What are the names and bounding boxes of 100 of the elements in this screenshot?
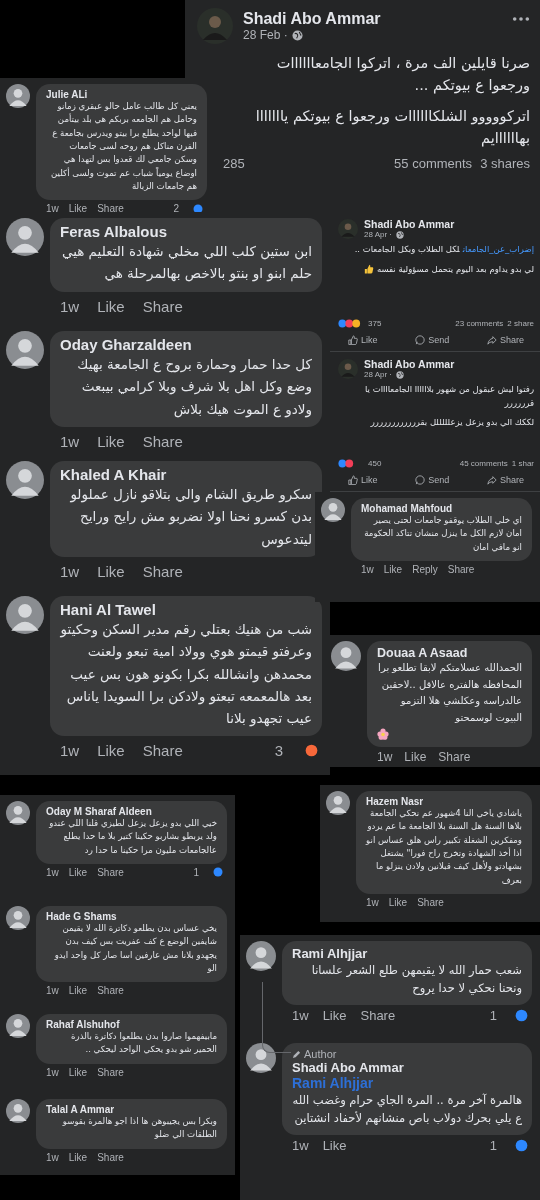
commenter-name[interactable]: Hani Al Tawel [60,601,312,618]
commenter-name[interactable]: Oday Gharzaldeen [60,336,312,353]
comment-time[interactable]: 1w [46,1066,59,1078]
comment-time[interactable]: 1w [46,866,59,878]
avatar[interactable] [6,596,44,634]
share-link[interactable]: Share [97,985,124,997]
share-link[interactable]: Share [142,562,183,580]
author-name[interactable]: Shadi Abo Ammar [364,218,534,230]
share-link[interactable]: Share [447,563,475,575]
avatar[interactable] [6,1014,30,1038]
avatar[interactable] [6,801,30,825]
like-link[interactable]: Like [322,1007,347,1023]
share-link[interactable]: Share [360,1007,396,1023]
commenter-name[interactable]: Douaa A Asaad [377,646,522,660]
reaction-count[interactable]: 1 [193,866,199,878]
comment-time[interactable]: 1w [60,432,80,450]
like-link[interactable]: Like [97,562,125,580]
globe-icon [396,370,404,379]
send-button[interactable]: Send [413,473,452,487]
avatar[interactable] [6,84,30,108]
post-date[interactable]: 28 Feb · [243,28,288,42]
comment-count[interactable]: 55 comments [394,155,473,171]
like-link[interactable]: Like [388,896,408,908]
share-count[interactable]: 2 share [507,319,534,328]
like-button[interactable]: Like [346,333,380,347]
author-name[interactable]: Shadi Abo Ammar [364,358,534,370]
reply-link[interactable]: Reply [412,563,438,575]
share-count[interactable]: 3 shares [480,155,530,171]
share-link[interactable]: Share [97,203,124,215]
share-link[interactable]: Share [142,432,183,450]
more-icon[interactable] [512,16,530,22]
hashtag-link[interactable]: إضراب_عن_الجامعات [462,244,534,254]
comment-time[interactable]: 1w [60,742,80,760]
comment-time[interactable]: 1w [46,985,59,997]
like-link[interactable]: Like [68,866,88,878]
avatar[interactable] [6,906,30,930]
like-link[interactable]: Like [68,985,88,997]
reaction-count[interactable]: 1 [489,1007,497,1023]
reaction-count[interactable]: 1 [489,1137,497,1153]
commenter-name[interactable]: Julie ALi [46,89,197,100]
comment-time[interactable]: 1w [60,562,80,580]
avatar[interactable] [246,1043,276,1073]
author-name[interactable]: Shadi Abo Ammar [243,10,502,28]
share-link[interactable]: Share [97,866,124,878]
commenter-name[interactable]: Hazem Nasr [366,796,522,807]
share-link[interactable]: Share [97,1151,124,1163]
commenter-name[interactable]: Hade G Shams [46,911,217,922]
like-link[interactable]: Like [322,1137,347,1153]
commenter-name[interactable]: Oday M Sharaf Aldeen [46,806,217,817]
avatar[interactable] [6,331,44,369]
avatar[interactable] [6,1099,30,1123]
reaction-count[interactable]: 450 [368,459,382,468]
send-button[interactable]: Send [413,333,452,347]
avatar[interactable] [6,218,44,256]
comment-time[interactable]: 1w [46,1151,59,1163]
avatar[interactable] [331,641,361,671]
share-link[interactable]: Share [97,1066,124,1078]
thumbs-up-icon [363,264,374,275]
avatar[interactable] [321,498,345,522]
share-button[interactable]: Share [484,473,526,487]
share-button[interactable]: Share [484,333,526,347]
like-link[interactable]: Like [383,563,403,575]
share-link[interactable]: Share [142,742,183,760]
share-link[interactable]: Share [438,750,471,764]
post-date[interactable]: 28 Apr · [364,370,392,379]
like-link[interactable]: Like [68,1151,88,1163]
comment-time[interactable]: 1w [361,563,374,575]
comment-time[interactable]: 1w [60,297,80,315]
comment-count[interactable]: 45 comments [459,459,508,468]
avatar[interactable] [326,791,350,815]
like-link[interactable]: Like [97,297,125,315]
commenter-name[interactable]: Rami Alhjjar [292,946,522,961]
comment-time[interactable]: 1w [292,1007,309,1023]
like-button[interactable]: Like [346,473,380,487]
post-date[interactable]: 28 Apr · [364,230,392,239]
share-link[interactable]: Share [417,896,444,908]
like-link[interactable]: Like [404,750,427,764]
like-link[interactable]: Like [97,742,125,760]
share-link[interactable]: Share [142,297,183,315]
like-link[interactable]: Like [68,1066,88,1078]
commenter-name[interactable]: Mohamad Mahfoud [361,503,522,514]
comment-time[interactable]: 1w [46,203,59,215]
reaction-count[interactable]: 2 [173,203,179,215]
like-link[interactable]: Like [97,432,125,450]
comment-time[interactable]: 1w [366,896,379,908]
like-link[interactable]: Like [68,203,88,215]
reaction-count[interactable]: 375 [368,319,382,328]
comment-time[interactable]: 1w [377,750,393,764]
comment-time[interactable]: 1w [292,1137,309,1153]
avatar[interactable] [6,461,44,499]
commenter-name[interactable]: Khaled A Khair [60,466,312,483]
share-count[interactable]: 1 shar [511,459,534,468]
commenter-name[interactable]: Shadi Abo Ammar [292,1060,522,1075]
commenter-name[interactable]: Feras Albalous [60,223,312,240]
comment-count[interactable]: 23 comments [455,319,504,328]
reaction-count[interactable]: 285 [223,155,245,171]
avatar[interactable] [246,941,276,971]
commenter-name[interactable]: Rahaf Alshuhof [46,1019,217,1030]
reaction-count[interactable]: 3 [274,742,283,760]
commenter-name[interactable]: Talal A Ammar [46,1104,217,1115]
